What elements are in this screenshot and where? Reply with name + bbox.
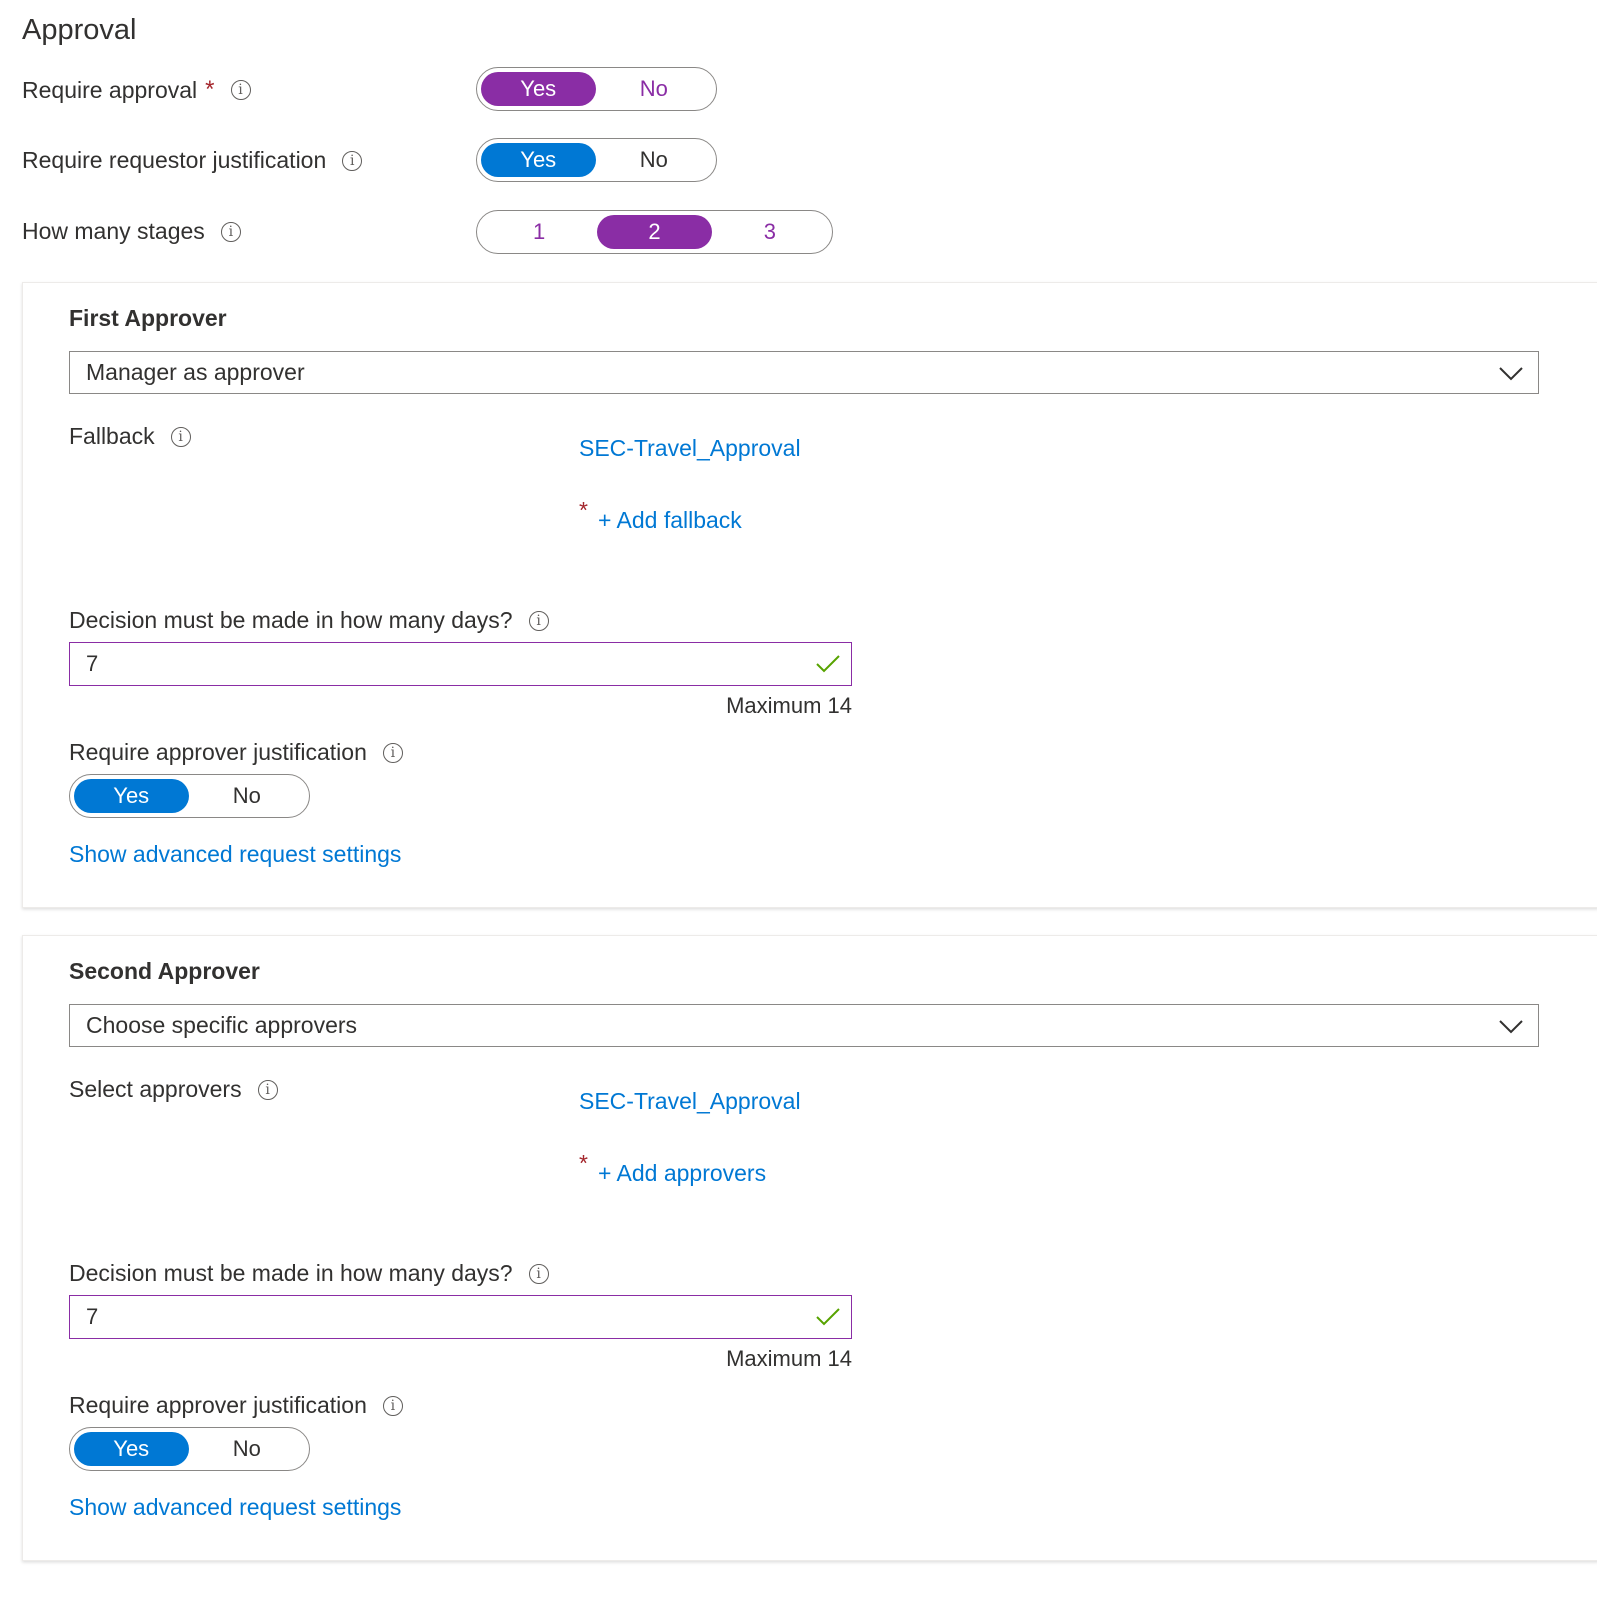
decision-days-value: 7 [86, 1304, 99, 1329]
approver-justification-label: Require approver justification [69, 1392, 367, 1418]
decision-days-row: Decision must be made in how many days? … [69, 1260, 549, 1287]
stages-label: How many stages [22, 218, 205, 244]
stages-selector[interactable]: 1 2 3 [476, 210, 833, 254]
stages-row: How many stages i [22, 218, 241, 245]
info-icon[interactable]: i [528, 1263, 549, 1284]
info-icon[interactable]: i [528, 610, 549, 631]
require-approval-yes[interactable]: Yes [481, 72, 596, 106]
approver-justification-toggle[interactable]: Yes No [69, 774, 310, 818]
dropdown-value: Manager as approver [86, 359, 305, 385]
requestor-justification-toggle[interactable]: Yes No [476, 138, 717, 182]
checkmark-icon [816, 655, 840, 673]
approver-justification-no[interactable]: No [189, 779, 306, 813]
second-approver-card: Second Approver Choose specific approver… [22, 935, 1597, 1561]
approver-justification-row: Require approver justification i [69, 1392, 403, 1419]
first-approver-card: First Approver Manager as approver Fallb… [22, 282, 1597, 908]
decision-days-input[interactable]: 7 [69, 642, 852, 686]
require-approval-toggle[interactable]: Yes No [476, 67, 717, 111]
info-icon[interactable]: i [382, 742, 403, 763]
requestor-justification-row: Require requestor justification i [22, 147, 363, 174]
info-icon[interactable]: i [220, 221, 241, 242]
stage-option-3[interactable]: 3 [712, 215, 828, 249]
fallback-label: Fallback [69, 423, 155, 449]
second-approver-title: Second Approver [69, 958, 260, 984]
required-asterisk: * [205, 76, 215, 103]
info-icon[interactable]: i [342, 150, 363, 171]
require-approval-row: Require approval * i [22, 76, 251, 104]
require-approval-no[interactable]: No [596, 72, 713, 106]
dropdown-value: Choose specific approvers [86, 1012, 358, 1038]
requestor-justification-label: Require requestor justification [22, 147, 327, 173]
add-approvers-row: * + Add approvers [579, 1150, 766, 1187]
add-approvers-link[interactable]: + Add approvers [598, 1160, 766, 1187]
info-icon[interactable]: i [257, 1079, 278, 1100]
decision-days-hint: Maximum 14 [726, 693, 852, 718]
show-advanced-settings-link[interactable]: Show advanced request settings [69, 1494, 401, 1521]
checkmark-icon [816, 1308, 840, 1326]
approver-justification-no[interactable]: No [189, 1432, 306, 1466]
chevron-down-icon [1499, 367, 1523, 381]
decision-days-value: 7 [86, 651, 99, 676]
decision-days-label: Decision must be made in how many days? [69, 607, 513, 633]
second-approver-dropdown[interactable]: Choose specific approvers [69, 1004, 1539, 1047]
info-icon[interactable]: i [230, 80, 251, 100]
select-approvers-row: Select approvers i [69, 1076, 278, 1103]
approver-justification-yes[interactable]: Yes [74, 1432, 189, 1466]
requestor-justification-no[interactable]: No [596, 143, 713, 177]
select-approvers-label: Select approvers [69, 1076, 242, 1102]
required-asterisk: * [579, 1150, 588, 1176]
info-icon[interactable]: i [382, 1395, 403, 1416]
section-title: Approval [22, 14, 137, 46]
fallback-row: Fallback i [69, 423, 191, 450]
decision-days-input[interactable]: 7 [69, 1295, 852, 1339]
chevron-down-icon [1499, 1020, 1523, 1034]
approver-justification-yes[interactable]: Yes [74, 779, 189, 813]
add-fallback-row: * + Add fallback [579, 497, 742, 534]
require-approval-label: Require approval [22, 76, 198, 103]
first-approver-dropdown[interactable]: Manager as approver [69, 351, 1539, 394]
approver-justification-toggle[interactable]: Yes No [69, 1427, 310, 1471]
stage-option-2[interactable]: 2 [597, 215, 712, 249]
decision-days-row: Decision must be made in how many days? … [69, 607, 549, 634]
first-approver-title: First Approver [69, 305, 227, 331]
add-fallback-link[interactable]: + Add fallback [598, 507, 742, 534]
approver-justification-row: Require approver justification i [69, 739, 403, 766]
show-advanced-settings-link[interactable]: Show advanced request settings [69, 841, 401, 868]
decision-days-hint: Maximum 14 [726, 1346, 852, 1371]
decision-days-label: Decision must be made in how many days? [69, 1260, 513, 1286]
info-icon[interactable]: i [170, 426, 191, 447]
stage-option-1[interactable]: 1 [481, 215, 597, 249]
approver-justification-label: Require approver justification [69, 739, 367, 765]
approver-group-link[interactable]: SEC-Travel_Approval [579, 1088, 801, 1115]
fallback-group-link[interactable]: SEC-Travel_Approval [579, 435, 801, 462]
requestor-justification-yes[interactable]: Yes [481, 143, 596, 177]
required-asterisk: * [579, 497, 588, 523]
